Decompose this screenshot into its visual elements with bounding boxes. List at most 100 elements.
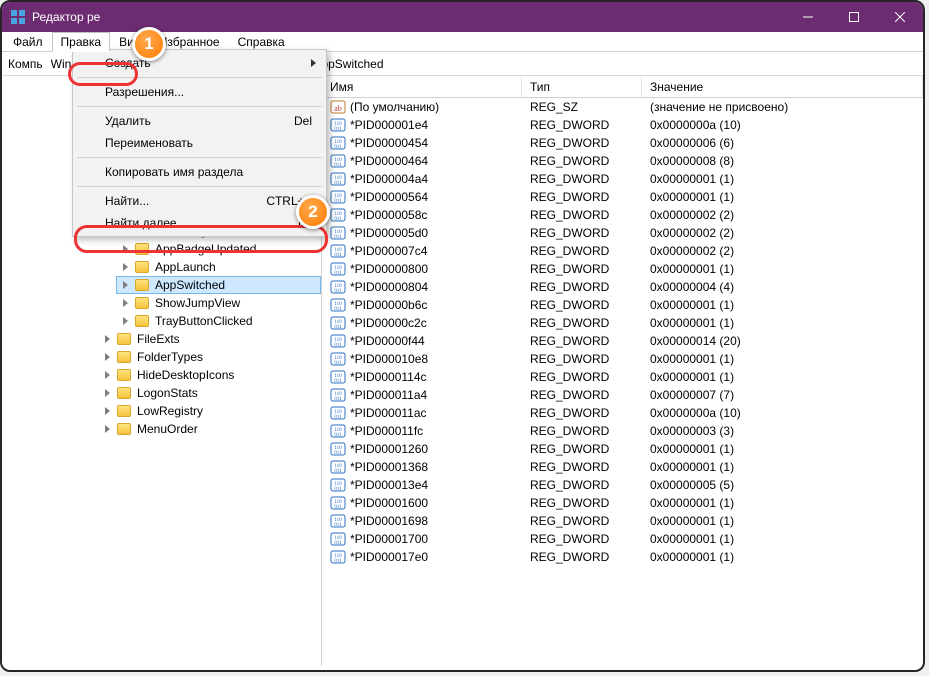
menu-edit[interactable]: Правка: [52, 32, 111, 52]
value-data: 0x00000001 (1): [642, 298, 923, 312]
value-data: 0x0000000a (10): [642, 406, 923, 420]
value-data: 0x00000001 (1): [642, 550, 923, 564]
tree-item[interactable]: ShowJumpView: [116, 294, 321, 312]
tree-item[interactable]: FileExts: [98, 330, 321, 348]
list-row[interactable]: *PID00000804REG_DWORD0x00000004 (4): [322, 278, 923, 296]
menuitem-label: Переименовать: [105, 136, 193, 150]
chevron-right-icon[interactable]: [118, 314, 132, 328]
value-data: 0x00000014 (20): [642, 334, 923, 348]
list-row[interactable]: *PID00000b6cREG_DWORD0x00000001 (1): [322, 296, 923, 314]
value-type: REG_DWORD: [522, 496, 642, 510]
tree-item[interactable]: LowRegistry: [98, 402, 321, 420]
app-icon: [10, 9, 26, 25]
menuitem-rename[interactable]: Переименовать: [75, 132, 324, 154]
tree-item[interactable]: MenuOrder: [98, 420, 321, 438]
menuitem-copy-key-name[interactable]: Копировать имя раздела: [75, 161, 324, 183]
list-row[interactable]: *PID000011a4REG_DWORD0x00000007 (7): [322, 386, 923, 404]
folder-icon: [116, 404, 132, 418]
menuitem-label: Найти далее: [105, 216, 177, 230]
binary-value-icon: [330, 153, 346, 169]
list-row[interactable]: *PID00001698REG_DWORD0x00000001 (1): [322, 512, 923, 530]
binary-value-icon: [330, 315, 346, 331]
value-type: REG_DWORD: [522, 334, 642, 348]
menuitem-delete[interactable]: Удалить Del: [75, 110, 324, 132]
value-data: 0x00000001 (1): [642, 316, 923, 330]
list-row[interactable]: *PID000017e0REG_DWORD0x00000001 (1): [322, 548, 923, 566]
value-name: *PID000011ac: [350, 406, 427, 420]
list-row[interactable]: *PID0000114cREG_DWORD0x00000001 (1): [322, 368, 923, 386]
list-row[interactable]: *PID00001600REG_DWORD0x00000001 (1): [322, 494, 923, 512]
close-button[interactable]: [877, 2, 923, 32]
list-row[interactable]: *PID00001700REG_DWORD0x00000001 (1): [322, 530, 923, 548]
menu-separator: [77, 106, 322, 107]
menuitem-find-next[interactable]: Найти далее F3: [75, 212, 324, 234]
list-row[interactable]: *PID00000800REG_DWORD0x00000001 (1): [322, 260, 923, 278]
list-row[interactable]: *PID00001368REG_DWORD0x00000001 (1): [322, 458, 923, 476]
list-row[interactable]: *PID00001260REG_DWORD0x00000001 (1): [322, 440, 923, 458]
list-row[interactable]: *PID00000564REG_DWORD0x00000001 (1): [322, 188, 923, 206]
list-row[interactable]: *PID00000454REG_DWORD0x00000006 (6): [322, 134, 923, 152]
list-row[interactable]: *PID000010e8REG_DWORD0x00000001 (1): [322, 350, 923, 368]
chevron-right-icon[interactable]: [100, 368, 114, 382]
list-row[interactable]: *PID000004a4REG_DWORD0x00000001 (1): [322, 170, 923, 188]
column-header-value[interactable]: Значение: [642, 76, 923, 97]
list-row[interactable]: *PID00000c2cREG_DWORD0x00000001 (1): [322, 314, 923, 332]
value-name: *PID00001700: [350, 532, 428, 546]
chevron-right-icon[interactable]: [100, 422, 114, 436]
list-row[interactable]: *PID000011acREG_DWORD0x0000000a (10): [322, 404, 923, 422]
value-type: REG_DWORD: [522, 460, 642, 474]
annotation-callout-2: 2: [296, 195, 330, 229]
list-row[interactable]: (По умолчанию)REG_SZ(значение не присвое…: [322, 98, 923, 116]
value-name: *PID000017e0: [350, 550, 428, 564]
tree-item-label: HideDesktopIcons: [135, 368, 236, 382]
tree-item[interactable]: LogonStats: [98, 384, 321, 402]
list-row[interactable]: *PID000005d0REG_DWORD0x00000002 (2): [322, 224, 923, 242]
string-value-icon: [330, 99, 346, 115]
menuitem-new[interactable]: Создать: [75, 52, 324, 74]
value-data: 0x00000001 (1): [642, 172, 923, 186]
value-type: REG_DWORD: [522, 370, 642, 384]
chevron-right-icon[interactable]: [118, 296, 132, 310]
value-name: *PID00001368: [350, 460, 428, 474]
list-row[interactable]: *PID000001e4REG_DWORD0x0000000a (10): [322, 116, 923, 134]
menuitem-label: Удалить: [105, 114, 151, 128]
chevron-right-icon[interactable]: [100, 386, 114, 400]
list-row[interactable]: *PID000011fcREG_DWORD0x00000003 (3): [322, 422, 923, 440]
list-rows[interactable]: (По умолчанию)REG_SZ(значение не присвое…: [322, 98, 923, 666]
tree-item[interactable]: FolderTypes: [98, 348, 321, 366]
tree-item[interactable]: AppBadgeUpdated: [116, 240, 321, 258]
value-type: REG_DWORD: [522, 442, 642, 456]
tree-item[interactable]: AppLaunch: [116, 258, 321, 276]
menu-file[interactable]: Файл: [4, 32, 52, 52]
menuitem-permissions[interactable]: Разрешения...: [75, 81, 324, 103]
chevron-right-icon[interactable]: [100, 332, 114, 346]
list-row[interactable]: *PID00000464REG_DWORD0x00000008 (8): [322, 152, 923, 170]
list-row[interactable]: *PID000013e4REG_DWORD0x00000005 (5): [322, 476, 923, 494]
list-row[interactable]: *PID00000f44REG_DWORD0x00000014 (20): [322, 332, 923, 350]
binary-value-icon: [330, 531, 346, 547]
folder-icon: [116, 350, 132, 364]
list-row[interactable]: *PID000007c4REG_DWORD0x00000002 (2): [322, 242, 923, 260]
column-header-type[interactable]: Тип: [522, 76, 642, 97]
menuitem-label: Копировать имя раздела: [105, 165, 243, 179]
tree-item[interactable]: AppSwitched: [116, 276, 321, 294]
binary-value-icon: [330, 369, 346, 385]
tree-item[interactable]: TrayButtonClicked: [116, 312, 321, 330]
column-header-name[interactable]: Имя: [322, 76, 522, 97]
value-type: REG_DWORD: [522, 478, 642, 492]
chevron-right-icon[interactable]: [118, 278, 132, 292]
value-type: REG_DWORD: [522, 280, 642, 294]
list-row[interactable]: *PID0000058cREG_DWORD0x00000002 (2): [322, 206, 923, 224]
chevron-right-icon[interactable]: [118, 242, 132, 256]
minimize-button[interactable]: [785, 2, 831, 32]
chevron-right-icon[interactable]: [100, 350, 114, 364]
value-type: REG_DWORD: [522, 298, 642, 312]
value-data: 0x00000001 (1): [642, 190, 923, 204]
tree-item[interactable]: HideDesktopIcons: [98, 366, 321, 384]
menuitem-find[interactable]: Найти... CTRL+F: [75, 190, 324, 212]
chevron-right-icon[interactable]: [118, 260, 132, 274]
chevron-right-icon[interactable]: [100, 404, 114, 418]
maximize-button[interactable]: [831, 2, 877, 32]
value-data: 0x00000006 (6): [642, 136, 923, 150]
folder-icon: [116, 422, 132, 436]
